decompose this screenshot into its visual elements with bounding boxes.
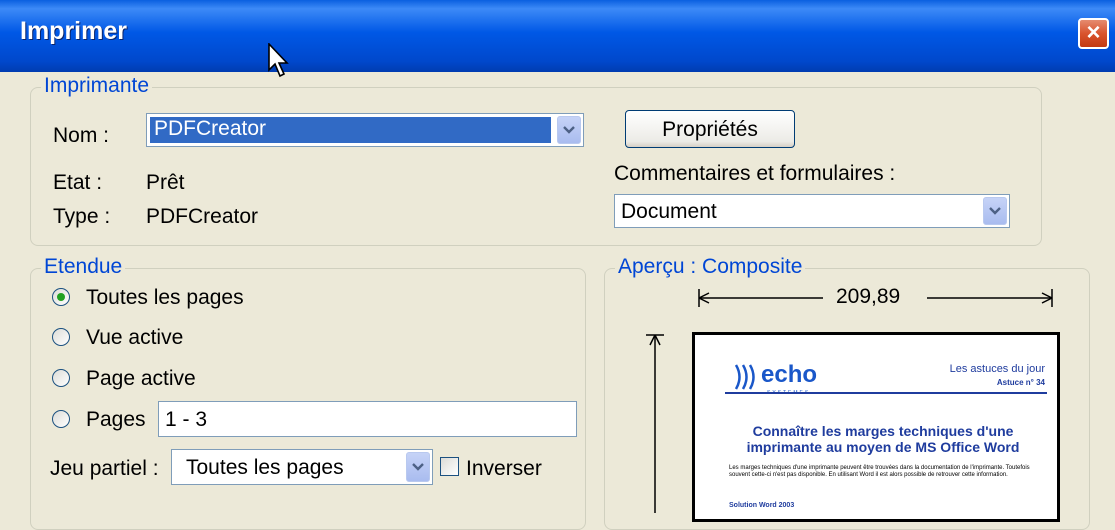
chevron-down-icon[interactable] [406, 452, 430, 482]
page-body: Les marges techniques d'une imprimante p… [729, 465, 1030, 478]
radio-all-pages-label[interactable]: Toutes les pages [86, 286, 244, 310]
radio-active-page[interactable] [52, 369, 70, 387]
page-header-rule [725, 392, 1047, 394]
width-measure: 209,89 [836, 285, 901, 308]
echo-logo-text: echo [761, 361, 818, 388]
close-button[interactable]: × [1078, 18, 1109, 49]
height-dimension-line [646, 334, 664, 513]
printer-status-label: Etat : [53, 171, 103, 194]
comments-label: Commentaires et formulaires : [614, 162, 896, 185]
comments-value: Document [621, 200, 717, 223]
page-header-sub: Astuce n° 34 [996, 378, 1045, 387]
radio-all-pages[interactable] [52, 288, 70, 306]
page-heading: Connaître les marges techniques d'une im… [746, 423, 1020, 455]
printer-status-value: Prêt [146, 171, 185, 194]
subset-label: Jeu partiel : [50, 457, 159, 480]
page-section: Solution Word 2003 [729, 502, 795, 509]
printer-name-select[interactable]: PDFCreator [146, 113, 584, 147]
chevron-down-icon[interactable] [983, 197, 1007, 225]
printer-name-label: Nom : [53, 124, 110, 147]
pages-input[interactable]: 1 - 3 [158, 401, 577, 437]
preview-group-label: Aperçu : Composite [615, 255, 806, 279]
radio-active-view-label[interactable]: Vue active [86, 326, 183, 350]
reverse-label[interactable]: Inverser [466, 457, 542, 481]
radio-pages-label[interactable]: Pages [86, 408, 146, 432]
printer-name-value: PDFCreator [154, 117, 267, 140]
comments-select[interactable]: Document [614, 194, 1010, 228]
title-bar[interactable]: Imprimer × [0, 0, 1115, 72]
subset-value: Toutes les pages [186, 456, 344, 479]
page-preview: echo SYSTEMES Les astuces du jour Astuce… [692, 332, 1060, 522]
mouse-cursor-icon [268, 43, 289, 78]
subset-select[interactable]: Toutes les pages [171, 449, 433, 485]
range-group-label: Etendue [41, 255, 126, 279]
radio-pages[interactable] [52, 410, 70, 428]
printer-group-label: Imprimante [41, 74, 153, 98]
printer-type-label: Type : [53, 205, 111, 228]
chevron-down-icon[interactable] [557, 116, 581, 144]
window-title: Imprimer [20, 17, 127, 45]
properties-button-label: Propriétés [662, 118, 758, 141]
radio-active-page-label[interactable]: Page active [86, 367, 196, 391]
properties-button[interactable]: Propriétés [625, 110, 795, 148]
reverse-checkbox[interactable] [440, 457, 459, 476]
printer-type-value: PDFCreator [146, 205, 259, 228]
radio-active-view[interactable] [52, 328, 70, 346]
echo-logo-icon [734, 364, 755, 390]
pages-input-value: 1 - 3 [165, 408, 208, 431]
page-header-title: Les astuces du jour [949, 363, 1045, 375]
